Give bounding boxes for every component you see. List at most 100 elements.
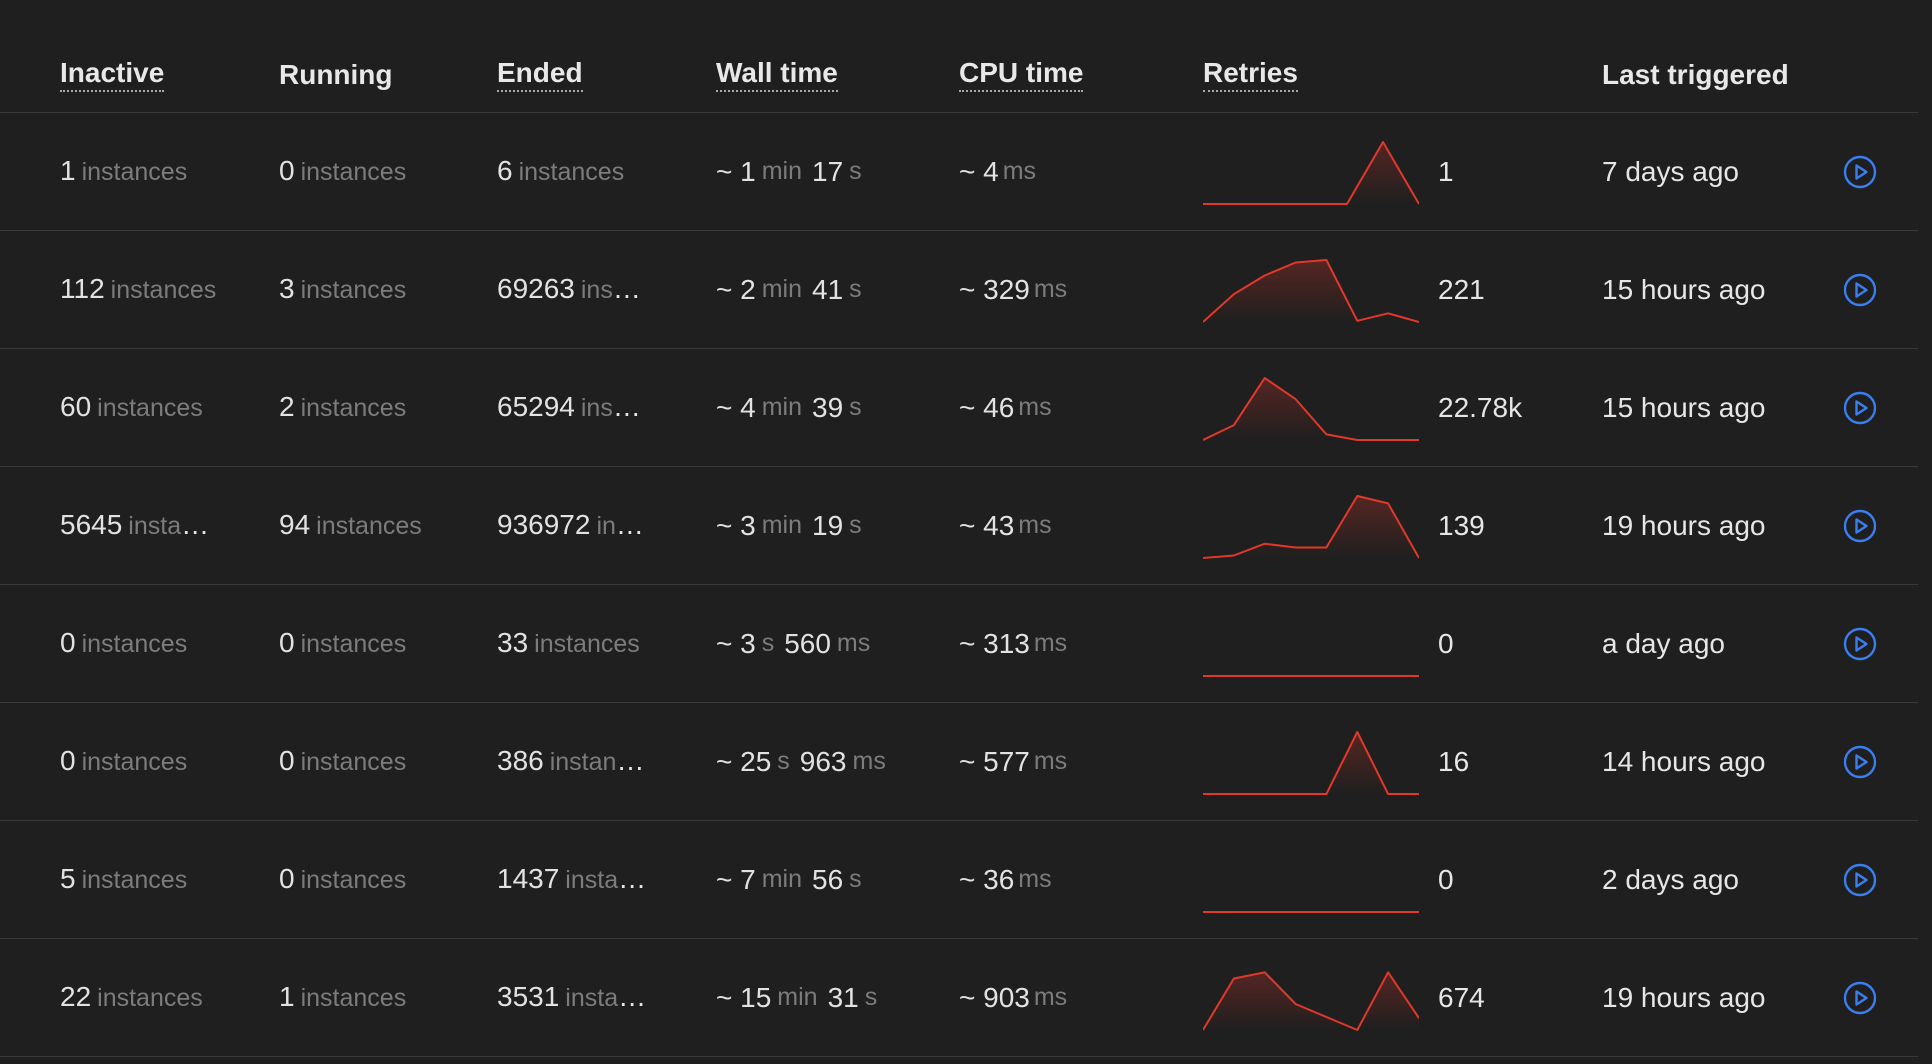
- wall-time-minor: 41: [812, 273, 844, 305]
- running-instances-unit: instances: [300, 158, 407, 186]
- wall-time-major: ~ 1: [716, 155, 756, 187]
- table-row[interactable]: 1 instances 0 instances 6 instances ~ 1 min 1…: [0, 113, 1918, 231]
- run-action: [1840, 939, 1880, 1056]
- ended-instances-count: 65294: [497, 391, 575, 422]
- cpu-time-unit: ms: [1033, 983, 1068, 1011]
- table-row[interactable]: 22instances 1instances 3531instances ~ 1…: [0, 939, 1918, 1057]
- ended-instances: 6 instances: [497, 113, 647, 230]
- ended-instances-count: 3531: [497, 981, 560, 1012]
- retries-sparkline: [1203, 939, 1419, 1056]
- wall-time-cell: ~ 25 s 963 ms: [716, 703, 936, 820]
- cpu-time-unit: ms: [1018, 865, 1052, 893]
- running-instances: 1 instances: [279, 939, 444, 1056]
- wall-time-minor-unit: s: [849, 393, 862, 421]
- header-inactive[interactable]: Inactive: [60, 57, 165, 92]
- ended-instances: 69263instances: [497, 231, 647, 348]
- ended-instances: 33 instances: [497, 585, 647, 702]
- retries-sparkline: [1203, 113, 1419, 230]
- table-header: Inactive Running Ended Wall time CPU tim…: [0, 0, 1918, 113]
- last-triggered: a day ago: [1602, 627, 1725, 659]
- play-circle-icon[interactable]: [1843, 627, 1877, 661]
- header-retries[interactable]: Retries: [1203, 57, 1298, 92]
- table-row[interactable]: 5645instances 94instances 936972instance…: [0, 467, 1918, 585]
- retries-sparkline: [1203, 231, 1419, 348]
- wall-time-minor: 19: [812, 509, 844, 541]
- retries-sparkline: [1203, 585, 1419, 702]
- retries-count: 22.78k: [1438, 391, 1523, 423]
- play-circle-icon[interactable]: [1843, 391, 1877, 425]
- inactive-instances: 112 instances: [60, 231, 220, 348]
- play-circle-icon[interactable]: [1843, 155, 1877, 189]
- inactive-instances-count: 5645: [60, 509, 123, 540]
- running-instances-count: 0: [279, 627, 295, 658]
- inactive-instances-unit: instances: [110, 276, 217, 304]
- running-instances-count: 94: [279, 509, 311, 540]
- wall-time-major: ~ 3: [716, 627, 756, 659]
- inactive-instances-count: 112: [60, 273, 105, 304]
- running-instances-count: 2: [279, 391, 295, 422]
- cpu-time-cell: ~ 577 ms: [959, 703, 1179, 820]
- ended-instances-unit: instances: [596, 512, 647, 540]
- table-row[interactable]: 0 instances 0 instances 33 instances ~ 3 s 56…: [0, 585, 1918, 703]
- cpu-time-cell: ~ 313 ms: [959, 585, 1179, 702]
- wall-time-major-unit: min: [761, 393, 802, 421]
- play-circle-icon[interactable]: [1843, 863, 1877, 897]
- cpu-time-value: ~ 903: [959, 981, 1030, 1013]
- cpu-time-cell: ~ 36 ms: [959, 821, 1179, 938]
- ended-instances-unit: instances: [549, 748, 647, 776]
- play-circle-icon[interactable]: [1843, 509, 1877, 543]
- header-wall-time[interactable]: Wall time: [716, 57, 838, 92]
- ended-instances-unit: instances: [534, 630, 640, 658]
- cpu-time-value: ~ 4: [959, 155, 999, 187]
- wall-time-cell: ~ 4 min 39 s: [716, 349, 936, 466]
- wall-time-cell: ~ 15 min 31 s: [716, 939, 936, 1056]
- play-circle-icon[interactable]: [1843, 981, 1877, 1015]
- last-triggered: 15 hours ago: [1602, 273, 1766, 305]
- sparkline-chart: [1203, 730, 1419, 795]
- cpu-time-value: ~ 329: [959, 273, 1030, 305]
- play-circle-icon[interactable]: [1843, 273, 1877, 307]
- inactive-instances-unit: instances: [81, 866, 188, 894]
- ended-instances-count: 6: [497, 155, 513, 186]
- ended-instances: 1437instances: [497, 821, 647, 938]
- wall-time-major: ~ 7: [716, 863, 756, 895]
- retries-count: 0: [1438, 627, 1454, 659]
- sparkline-area: [1203, 971, 1419, 1030]
- ended-instances: 936972instances: [497, 467, 647, 584]
- sparkline-chart: [1203, 376, 1419, 441]
- sparkline-area: [1203, 377, 1419, 440]
- table-row[interactable]: 112instances 3instances 69263instances ~…: [0, 231, 1918, 349]
- running-instances: 2 instances: [279, 349, 444, 466]
- header-ended[interactable]: Ended: [497, 57, 583, 92]
- running-instances: 0 instances: [279, 113, 444, 230]
- ended-instances-unit: instances: [518, 158, 625, 186]
- sparkline-chart: [1203, 910, 1419, 913]
- wall-time-major-unit: min: [761, 275, 802, 303]
- retries-count: 0: [1438, 863, 1454, 895]
- retries-sparkline: [1203, 703, 1419, 820]
- sparkline-chart: [1203, 140, 1419, 205]
- table-row[interactable]: 5instances 0instances 1437instances ~ 7m…: [0, 821, 1918, 939]
- wall-time-minor-unit: s: [849, 275, 862, 303]
- header-running: Running: [279, 59, 393, 90]
- wall-time-major-unit: min: [761, 511, 802, 539]
- wall-time-major-unit: s: [777, 747, 790, 775]
- wall-time-major-unit: min: [777, 983, 818, 1011]
- ended-instances-unit: instances: [580, 394, 647, 422]
- wall-time-minor-unit: s: [864, 983, 878, 1011]
- table-row[interactable]: 60instances 2instances 65294instances ~ …: [0, 349, 1918, 467]
- header-cpu-time[interactable]: CPU time: [959, 57, 1084, 92]
- cpu-time-unit: ms: [1033, 629, 1068, 657]
- sparkline-line: [1203, 730, 1419, 795]
- cpu-time-unit: ms: [1033, 275, 1068, 303]
- wall-time-major: ~ 3: [716, 509, 756, 541]
- inactive-instances: 0 instances: [60, 703, 220, 820]
- running-instances-count: 0: [279, 745, 295, 776]
- run-action: [1840, 467, 1880, 584]
- table-row[interactable]: 0 instances 0 instances 386 instances ~ 25 s…: [0, 703, 1918, 821]
- play-circle-icon[interactable]: [1843, 745, 1877, 779]
- sparkline-chart: [1203, 494, 1419, 559]
- running-instances-unit: instances: [300, 866, 407, 894]
- wall-time-major-unit: min: [761, 865, 802, 893]
- run-action: [1840, 585, 1880, 702]
